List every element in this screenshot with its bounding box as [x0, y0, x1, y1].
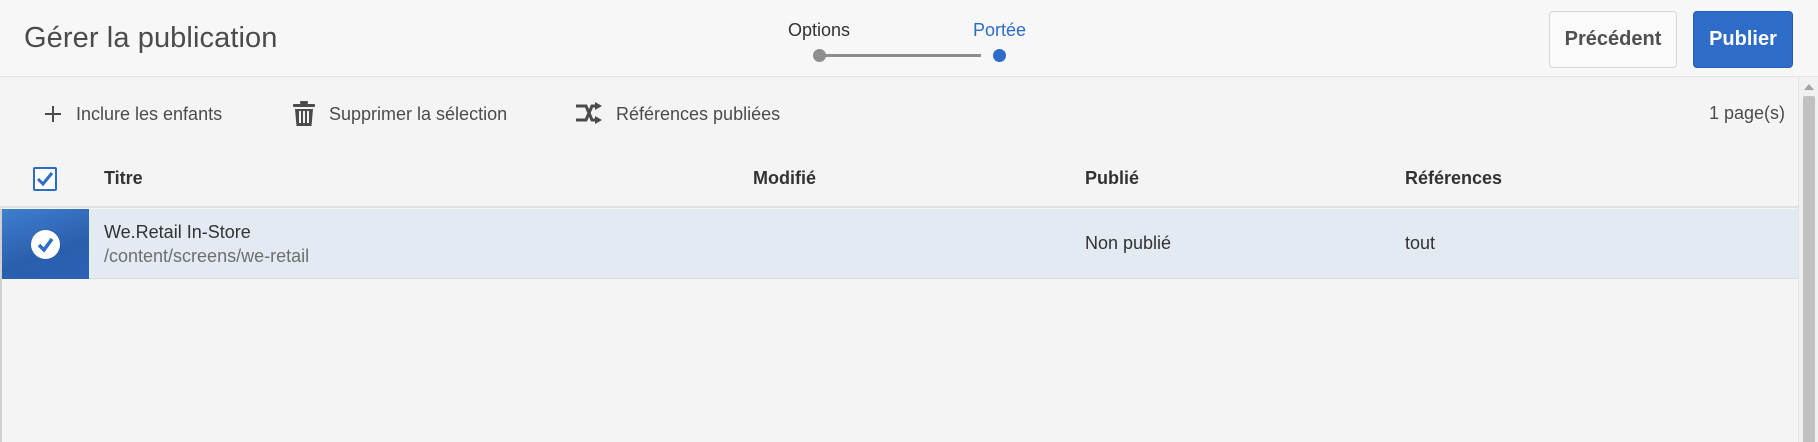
select-all-checkbox[interactable]	[33, 167, 57, 191]
checkmark-icon	[36, 172, 54, 187]
column-header-published[interactable]: Publié	[1085, 168, 1139, 189]
step-connector	[819, 54, 981, 57]
references-icon	[576, 102, 602, 126]
table-row[interactable]: We.Retail In-Store /content/screens/we-r…	[0, 209, 1798, 279]
trash-icon	[293, 101, 315, 127]
published-references-label: Références publiées	[616, 103, 781, 124]
selected-check-icon	[31, 230, 60, 259]
include-children-button[interactable]: Inclure les enfants	[44, 78, 222, 150]
row-thumbnail[interactable]	[2, 209, 89, 279]
step-scope-label[interactable]: Portée	[973, 20, 1026, 41]
scrollbar-thumb[interactable]	[1803, 96, 1815, 442]
published-references-button[interactable]: Références publiées	[576, 78, 780, 150]
plus-icon	[44, 105, 62, 123]
page-count: 1 page(s)	[1708, 103, 1785, 123]
step-options-label[interactable]: Options	[788, 20, 850, 41]
column-header-title[interactable]: Titre	[104, 168, 143, 189]
column-header-references[interactable]: Références	[1405, 168, 1502, 189]
row-path: /content/screens/we-retail	[104, 246, 310, 266]
include-children-label: Inclure les enfants	[76, 103, 223, 124]
delete-selection-label: Supprimer la sélection	[329, 103, 508, 124]
column-header-modified[interactable]: Modifié	[753, 168, 816, 189]
page-title: Gérer la publication	[24, 22, 278, 54]
table-header: Titre Modifié Publié Références	[0, 150, 1798, 208]
row-references[interactable]: tout	[1405, 233, 1435, 254]
scroll-up-arrow-icon[interactable]	[1804, 84, 1814, 90]
wizard-steps: Options Portée	[780, 18, 1040, 68]
previous-button[interactable]: Précédent	[1549, 11, 1677, 68]
row-published-status: Non publié	[1085, 233, 1172, 253]
scrollbar[interactable]	[1798, 78, 1818, 442]
row-title: We.Retail In-Store	[104, 222, 251, 242]
step-options-dot	[813, 49, 826, 62]
toolbar: Inclure les enfants Supprimer la sélecti…	[0, 78, 1798, 150]
table-left-border	[0, 209, 2, 442]
delete-selection-button[interactable]: Supprimer la sélection	[293, 78, 507, 150]
header: Gérer la publication Options Portée Préc…	[0, 0, 1818, 77]
publish-button[interactable]: Publier	[1693, 11, 1793, 68]
step-scope-dot	[993, 49, 1006, 62]
